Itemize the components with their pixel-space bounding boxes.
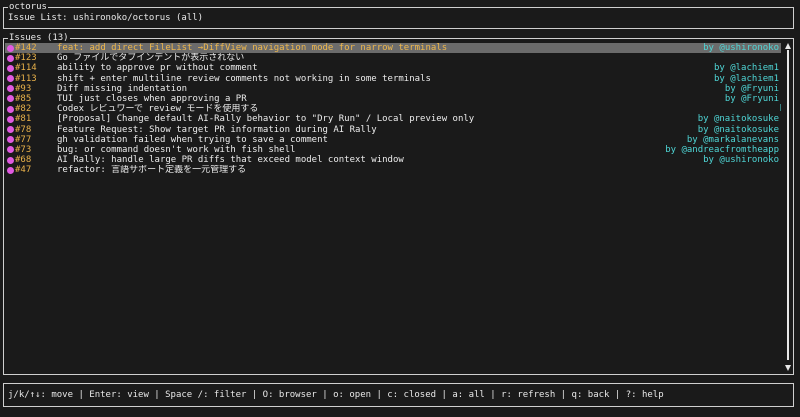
issue-author: by @lachiem1	[713, 63, 779, 74]
app-title: octorus	[8, 2, 48, 12]
issue-row[interactable]: #85 TUI just closes when approving a PR by…	[5, 94, 781, 104]
open-status-icon	[7, 166, 14, 174]
issue-author: by @lachiem1	[713, 73, 779, 84]
open-status-icon	[7, 136, 14, 144]
open-status-icon	[7, 75, 14, 83]
issue-title: refactor: 言語サポート定義を一元管理する	[57, 165, 247, 176]
footer-panel: j/k/↑↓: move | Enter: view | Space /: fi…	[3, 383, 794, 407]
open-status-icon	[7, 44, 14, 52]
issue-row[interactable]: #73 bug: or command doesn't work with fis…	[5, 145, 781, 155]
issue-number: #123	[15, 53, 37, 64]
issue-title: AI Rally: handle large PR diffs that exc…	[57, 155, 404, 166]
issue-row[interactable]: #142 feat: add direct FileList →DiffView …	[5, 43, 781, 54]
header-title: Issue List: ushironoko/octorus (all)	[8, 13, 204, 23]
issue-author: by @Fryuni	[724, 83, 779, 94]
issue-title: bug: or command doesn't work with fish s…	[57, 144, 296, 155]
issue-title: gh validation failed when trying to save…	[57, 134, 328, 145]
issue-author: b	[780, 104, 781, 114]
issue-title: ability to approve pr without comment	[57, 63, 258, 74]
issue-author: by @markalanevans	[686, 134, 779, 145]
issue-row[interactable]: #123 Go ファイルでタブインデントが表示されない	[5, 53, 781, 63]
scrollbar[interactable]	[785, 43, 791, 371]
issue-row[interactable]: #47 refactor: 言語サポート定義を一元管理する	[5, 165, 781, 175]
issue-row[interactable]: #93 Diff missing indentation by @Fryuni	[5, 84, 781, 94]
issue-row[interactable]: #82 Codex レビュワーで review モードを使用する b	[5, 104, 781, 114]
issue-number: #47	[15, 165, 32, 176]
issue-row[interactable]: #77 gh validation failed when trying to s…	[5, 135, 781, 145]
issue-list[interactable]: #142 feat: add direct FileList →DiffView …	[5, 43, 781, 175]
open-status-icon	[7, 64, 14, 72]
issues-panel-title: Issues (13)	[8, 33, 70, 43]
issue-number: #93	[15, 83, 32, 94]
scroll-thumb[interactable]	[787, 50, 789, 360]
issue-title: Feature Request: Show target PR informat…	[57, 124, 377, 135]
scroll-up-arrow-icon[interactable]	[785, 43, 791, 49]
issue-row[interactable]: #78 Feature Request: Show target PR infor…	[5, 125, 781, 135]
issue-row[interactable]: #114 ability to approve pr without commen…	[5, 63, 781, 73]
issue-number: #114	[15, 63, 37, 74]
issue-title: TUI just closes when approving a PR	[57, 93, 247, 104]
issue-number: #78	[15, 124, 32, 135]
issue-title: Codex レビュワーで review モードを使用する	[57, 104, 259, 115]
open-status-icon	[7, 126, 14, 133]
issue-author: by @naitokosuke	[697, 114, 779, 125]
issue-title: shift + enter multiline review comments …	[57, 73, 431, 84]
issue-number: #142	[15, 43, 37, 53]
open-status-icon	[7, 105, 14, 113]
issue-title: Diff missing indentation	[57, 83, 188, 94]
issue-title: [Proposal] Change default AI-Rally behav…	[57, 114, 475, 125]
issue-number: #113	[15, 73, 37, 84]
open-status-icon	[7, 115, 14, 123]
issue-row[interactable]: #113 shift + enter multiline review comme…	[5, 74, 781, 84]
open-status-icon	[7, 146, 14, 154]
issues-panel[interactable]: Issues (13) #142 feat: add direct FileLis…	[3, 33, 794, 375]
issue-author: by @ushironoko	[703, 155, 779, 166]
issue-number: #81	[15, 114, 32, 125]
issue-number: #85	[15, 93, 32, 104]
issue-row[interactable]: #68 AI Rally: handle large PR diffs that …	[5, 155, 781, 165]
issue-number: #73	[15, 144, 32, 155]
issue-number: #82	[15, 104, 32, 115]
open-status-icon	[7, 156, 14, 164]
open-status-icon	[7, 85, 14, 93]
issue-number: #77	[15, 134, 32, 145]
keybinding-help: j/k/↑↓: move | Enter: view | Space /: fi…	[8, 390, 664, 400]
issue-author: by @andreacfromtheapp	[665, 144, 779, 155]
header-panel: octorus Issue List: ushironoko/octorus (…	[3, 2, 794, 29]
issue-number: #68	[15, 155, 32, 166]
open-status-icon	[7, 54, 14, 62]
issue-title: feat: add direct FileList →DiffView navi…	[57, 43, 448, 53]
issue-author: by @naitokosuke	[697, 124, 779, 135]
issue-title: Go ファイルでタブインデントが表示されない	[57, 53, 245, 64]
open-status-icon	[7, 95, 14, 103]
scroll-down-arrow-icon[interactable]	[785, 365, 791, 371]
issue-author: by @ushironoko	[703, 43, 779, 53]
issue-row[interactable]: #81 [Proposal] Change default AI-Rally be…	[5, 114, 781, 124]
issue-author: by @Fryuni	[724, 93, 779, 104]
